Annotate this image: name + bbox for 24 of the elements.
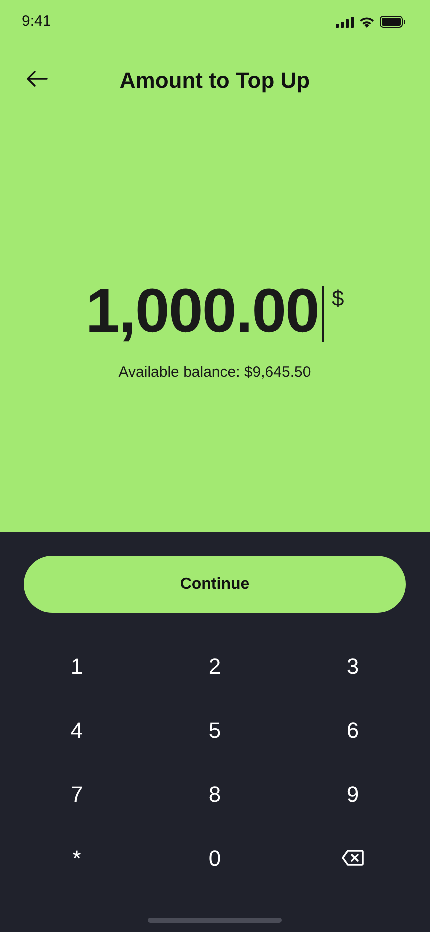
page-title: Amount to Top Up <box>120 66 310 95</box>
keypad-key[interactable]: 4 <box>8 698 146 762</box>
keypad-key[interactable]: * <box>8 826 146 890</box>
signal-icon <box>336 16 354 28</box>
keypad-key[interactable]: 5 <box>146 698 284 762</box>
wifi-icon <box>359 16 375 28</box>
battery-icon <box>380 16 406 28</box>
back-button[interactable] <box>24 68 50 90</box>
keypad-key[interactable]: 3 <box>284 634 422 698</box>
text-cursor <box>322 286 324 342</box>
keypad-key[interactable]: 2 <box>146 634 284 698</box>
keypad-key[interactable]: 9 <box>284 762 422 826</box>
currency-symbol: $ <box>332 285 344 313</box>
keypad-key[interactable]: 8 <box>146 762 284 826</box>
keypad-key[interactable]: 1 <box>8 634 146 698</box>
keypad-key[interactable]: 7 <box>8 762 146 826</box>
keypad-key[interactable]: 0 <box>146 826 284 890</box>
keypad-key[interactable]: 6 <box>284 698 422 762</box>
available-balance: Available balance: $9,645.50 <box>118 363 312 383</box>
amount-value: 1,000.00 <box>86 276 320 348</box>
continue-button[interactable]: Continue <box>24 556 406 613</box>
back-arrow-icon <box>26 70 48 88</box>
status-time: 9:41 <box>22 12 52 32</box>
backspace-icon <box>341 849 365 867</box>
